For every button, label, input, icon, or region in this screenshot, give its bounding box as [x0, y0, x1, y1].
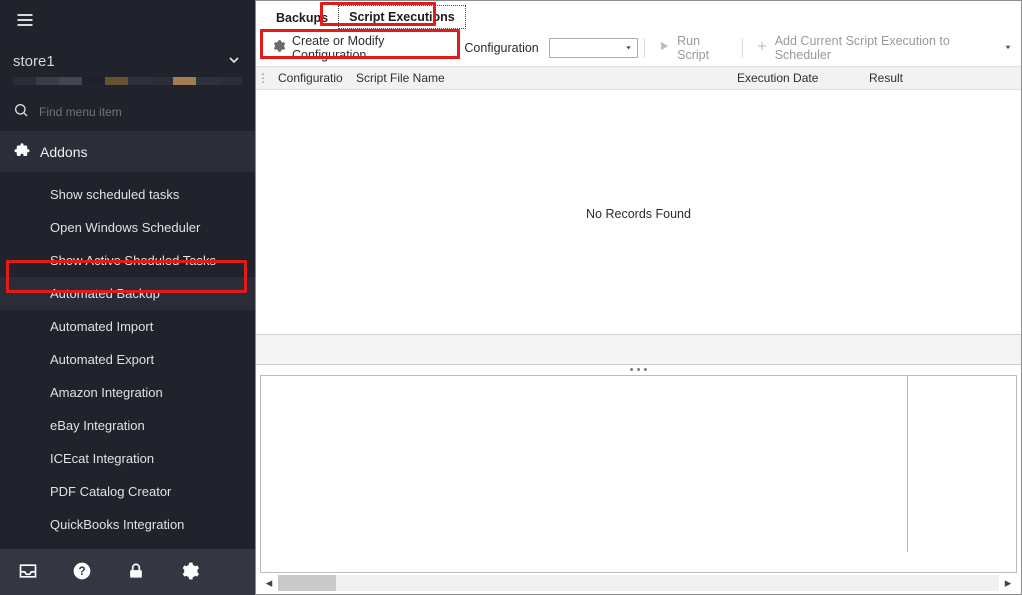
sidebar-item-automated-import[interactable]: Automated Import	[0, 310, 255, 343]
sidebar-item-automated-export[interactable]: Automated Export	[0, 343, 255, 376]
grid-handle-icon[interactable]: ⋮	[256, 71, 270, 85]
toolbar-separator	[742, 38, 743, 58]
puzzle-icon	[13, 141, 31, 162]
sidebar-item-ebay-integration[interactable]: eBay Integration	[0, 409, 255, 442]
inbox-icon[interactable]	[18, 561, 38, 584]
plus-icon	[755, 39, 769, 56]
toolbar-overflow[interactable]	[1003, 40, 1013, 55]
run-script-label: Run Script	[677, 34, 730, 62]
toolbar-separator	[644, 38, 645, 58]
column-execution-date[interactable]: Execution Date	[729, 71, 861, 85]
run-script-button[interactable]: Run Script	[651, 31, 736, 65]
store-name: store1	[13, 53, 226, 70]
sidebar-item-open-windows-scheduler[interactable]: Open Windows Scheduler	[0, 211, 255, 244]
scroll-thumb[interactable]	[278, 575, 336, 591]
chevron-down-icon	[226, 52, 242, 71]
svg-text:?: ?	[78, 565, 85, 578]
sidebar-item-quickbooks-integration[interactable]: QuickBooks Integration	[0, 508, 255, 541]
search-icon	[13, 102, 29, 121]
main-tabs: Backups Script Executions	[256, 1, 1021, 29]
play-icon	[657, 39, 671, 56]
configuration-dropdown[interactable]	[549, 38, 638, 58]
scroll-left-arrow[interactable]: ◂	[260, 575, 278, 591]
create-or-modify-configuration-label: Create or Modify Configuration	[292, 34, 448, 62]
sidebar-bottom-bar: ?	[0, 549, 255, 595]
tab-script-executions[interactable]: Script Executions	[338, 5, 466, 29]
main-panel: Backups Script Executions Create or Modi…	[255, 0, 1022, 595]
menu-search[interactable]	[0, 95, 255, 131]
sidebar-item-show-active-sheduled-tasks[interactable]: Show Active Sheduled Tasks	[0, 244, 255, 277]
detail-pane	[260, 375, 1017, 573]
store-color-stripes	[13, 77, 242, 87]
section-header-addons[interactable]: Addons	[0, 131, 255, 172]
sidebar-item-icecat-integration[interactable]: ICEcat Integration	[0, 442, 255, 475]
lock-icon[interactable]	[126, 561, 146, 584]
add-to-scheduler-label: Add Current Script Execution to Schedule…	[775, 34, 991, 62]
detail-pane-divider	[907, 376, 908, 552]
sidebar-item-show-scheduled-tasks[interactable]: Show scheduled tasks	[0, 178, 255, 211]
store-selector[interactable]: store1	[0, 40, 255, 75]
grid-header: ⋮ Configuratio Script File Name Executio…	[256, 67, 1021, 90]
sidebar-item-quickbooks-online[interactable]: QuickBooks Online	[0, 541, 255, 549]
column-script-file-name[interactable]: Script File Name	[348, 71, 729, 85]
sidebar-item-automated-backup[interactable]: Automated Backup	[0, 277, 255, 310]
sidebar: store1 Addons Show scheduled tasksOpen W…	[0, 0, 255, 595]
section-title: Addons	[40, 144, 87, 160]
tab-backups[interactable]: Backups	[266, 7, 338, 29]
gear-icon[interactable]	[180, 561, 200, 584]
horizontal-splitter[interactable]: • • •	[256, 365, 1021, 375]
column-configuration[interactable]: Configuratio	[270, 71, 348, 85]
grid-body: No Records Found	[256, 90, 1021, 335]
sidebar-item-amazon-integration[interactable]: Amazon Integration	[0, 376, 255, 409]
gear-icon	[272, 39, 286, 56]
horizontal-scrollbar[interactable]: ◂ ▸	[260, 573, 1017, 593]
sidebar-item-pdf-catalog-creator[interactable]: PDF Catalog Creator	[0, 475, 255, 508]
help-icon[interactable]: ?	[72, 561, 92, 584]
scroll-track[interactable]	[278, 575, 999, 591]
toolbar: Create or Modify Configuration Configura…	[256, 29, 1021, 67]
column-result[interactable]: Result	[861, 71, 1021, 85]
menu-search-input[interactable]	[39, 105, 242, 119]
grid-footer	[256, 335, 1021, 365]
scroll-right-arrow[interactable]: ▸	[999, 575, 1017, 591]
add-to-scheduler-button[interactable]: Add Current Script Execution to Schedule…	[749, 31, 997, 65]
sidebar-menu: Show scheduled tasksOpen Windows Schedul…	[0, 172, 255, 549]
configuration-label: Configuration	[460, 41, 538, 55]
create-or-modify-configuration-button[interactable]: Create or Modify Configuration	[266, 31, 454, 65]
hamburger-menu-button[interactable]	[0, 0, 255, 40]
no-records-label: No Records Found	[256, 207, 1021, 221]
